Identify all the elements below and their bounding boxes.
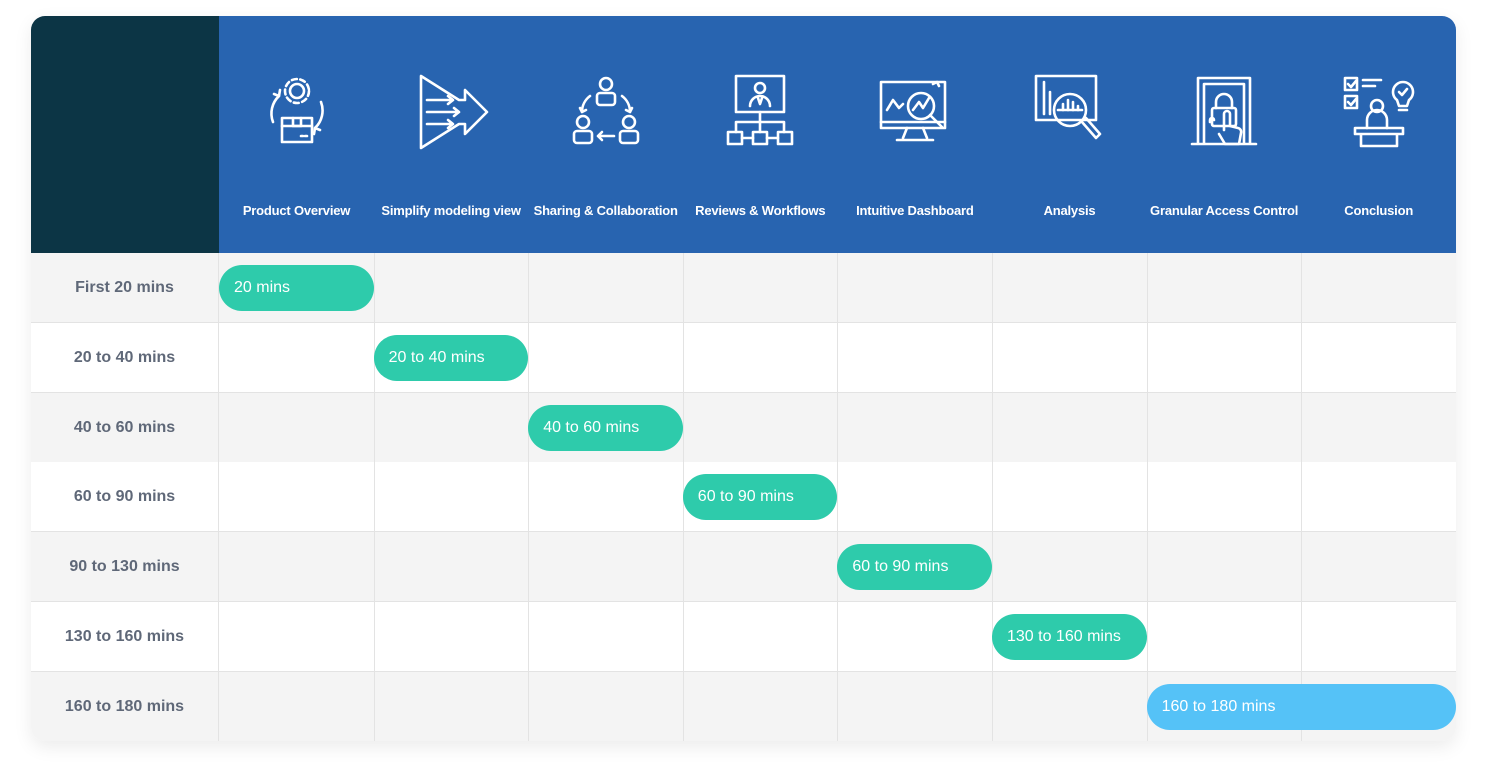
row-time-label: 90 to 130 mins <box>31 532 219 603</box>
header-column-0: Product Overview <box>219 16 374 253</box>
column-header-label: Simplify modeling view <box>381 203 521 218</box>
dashboard-icon <box>875 72 955 152</box>
row-time-label: 130 to 160 mins <box>31 602 219 672</box>
workflow-icon <box>720 72 800 152</box>
table-corner <box>31 16 219 253</box>
header-column-5: Analysis <box>992 16 1147 253</box>
time-slot-bar: 130 to 160 mins <box>992 614 1147 660</box>
analysis-icon <box>1030 72 1110 152</box>
simplify-modeling-icon <box>411 72 491 152</box>
header-column-4: Intuitive Dashboard <box>837 16 992 253</box>
schedule-grid: First 20 mins 20 to 40 mins 40 to 60 mins 6… <box>31 253 1456 741</box>
column-header-label: Intuitive Dashboard <box>856 203 974 218</box>
header-column-1: Simplify modeling view <box>374 16 529 253</box>
grid-divider <box>528 253 530 741</box>
header-column-3: Reviews & Workflows <box>683 16 838 253</box>
header-column-2: Sharing & Collaboration <box>528 16 683 253</box>
column-header-label: Analysis <box>1043 203 1096 218</box>
grid-divider <box>837 253 839 741</box>
column-header-label: Granular Access Control <box>1150 203 1299 218</box>
row-time-label: 160 to 180 mins <box>31 671 219 741</box>
collaboration-icon <box>566 72 646 152</box>
time-slot-bar: 20 mins <box>219 265 374 311</box>
grid-divider <box>1301 253 1303 741</box>
header-column-7: Conclusion <box>1301 16 1456 253</box>
time-slot-bar: 60 to 90 mins <box>682 474 838 521</box>
column-header-label: Product Overview <box>242 203 351 218</box>
table-row: 90 to 130 mins <box>31 532 1456 603</box>
table-row: 130 to 160 mins <box>31 602 1456 672</box>
column-header-label: Conclusion <box>1344 203 1414 218</box>
table-row: 20 to 40 mins <box>31 322 1456 393</box>
table-row: 40 to 60 mins <box>31 392 1456 463</box>
grid-divider <box>992 253 993 741</box>
table-header: Product Overview Simplify modeling view … <box>219 16 1456 253</box>
row-time-label: 60 to 90 mins <box>31 462 219 533</box>
product-overview-icon <box>257 72 337 152</box>
row-time-label: 40 to 60 mins <box>31 392 219 463</box>
row-time-label: 20 to 40 mins <box>31 322 219 393</box>
conclusion-icon <box>1339 72 1419 152</box>
time-slot-bar: 40 to 60 mins <box>528 404 683 451</box>
header-column-6: Granular Access Control <box>1147 16 1302 253</box>
time-slot-bar: 160 to 180 mins <box>1146 683 1456 730</box>
access-control-icon <box>1184 72 1264 152</box>
time-slot-bar: 60 to 90 mins <box>837 544 992 591</box>
row-time-label: First 20 mins <box>31 253 219 323</box>
schedule-table: Product Overview Simplify modeling view … <box>31 16 1456 741</box>
column-header-label: Sharing & Collaboration <box>533 203 678 218</box>
column-header-label: Reviews & Workflows <box>695 203 826 218</box>
time-slot-bar: 20 to 40 mins <box>373 334 529 381</box>
grid-divider <box>373 253 375 741</box>
grid-divider <box>1146 253 1148 741</box>
